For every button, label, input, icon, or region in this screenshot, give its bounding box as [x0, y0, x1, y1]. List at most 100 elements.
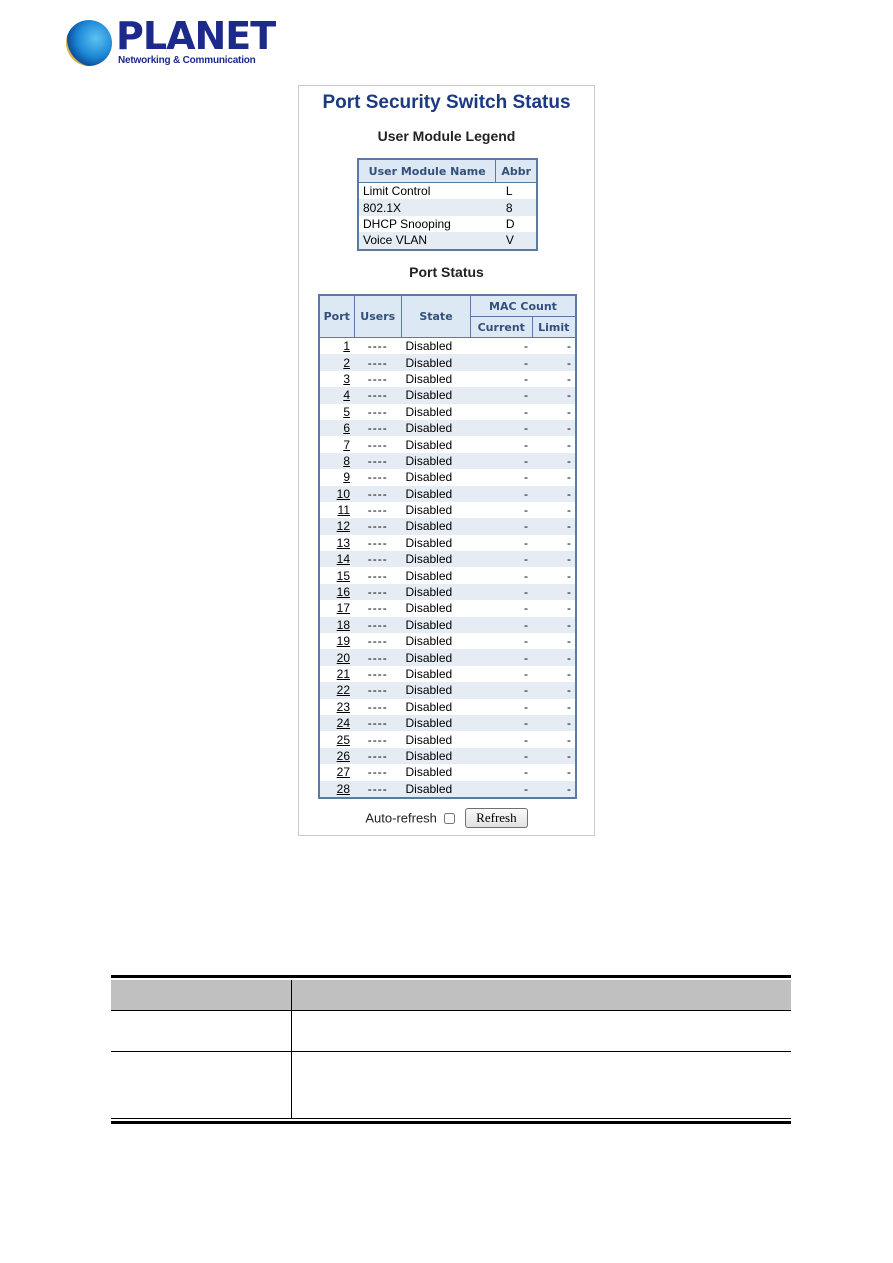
port-link[interactable]: 6 — [343, 421, 350, 435]
port-link[interactable]: 3 — [343, 372, 350, 386]
mac-limit-cell: - — [532, 747, 576, 765]
table-row: 11 ---- Disabled - - — [319, 501, 576, 519]
table-row: 3 ---- Disabled - - — [319, 370, 576, 388]
mac-current-cell: - — [470, 501, 533, 519]
table-row: 15 ---- Disabled - - — [319, 567, 576, 584]
module-abbr: V — [495, 232, 537, 250]
port-link[interactable]: 4 — [343, 388, 350, 402]
table-row — [111, 1051, 791, 1118]
table-row: 25 ---- Disabled - - — [319, 731, 576, 748]
users-cell: ---- — [354, 714, 402, 732]
table-bottom-rule-thick — [111, 1121, 791, 1124]
refresh-button[interactable]: Refresh — [465, 808, 528, 828]
module-abbr: 8 — [495, 199, 537, 216]
port-link[interactable]: 27 — [337, 765, 350, 779]
state-cell: Disabled — [401, 600, 471, 617]
port-link[interactable]: 28 — [337, 782, 350, 796]
port-cell: 16 — [319, 583, 354, 601]
port-cell: 13 — [319, 534, 354, 552]
port-link[interactable]: 23 — [337, 700, 350, 714]
table-row: 14 ---- Disabled - - — [319, 551, 576, 568]
mac-limit-cell: - — [532, 780, 576, 798]
mac-limit-cell: - — [532, 633, 576, 650]
mac-limit-cell: - — [532, 419, 576, 437]
port-link[interactable]: 13 — [337, 536, 350, 550]
legend-row: DHCP Snooping D — [358, 215, 537, 233]
state-cell: Disabled — [401, 551, 471, 568]
table-row: 12 ---- Disabled - - — [319, 518, 576, 535]
table-row: 16 ---- Disabled - - — [319, 583, 576, 601]
port-link[interactable]: 25 — [337, 733, 350, 747]
users-cell: ---- — [354, 403, 402, 420]
users-cell: ---- — [354, 518, 402, 535]
module-name: DHCP Snooping — [358, 215, 496, 233]
users-cell: ---- — [354, 452, 402, 470]
mac-limit-cell: - — [532, 616, 576, 634]
mac-limit-cell: - — [532, 583, 576, 601]
port-link[interactable]: 10 — [337, 487, 350, 501]
port-link[interactable]: 12 — [337, 519, 350, 533]
mac-current-cell: - — [470, 780, 533, 798]
table-row: 21 ---- Disabled - - — [319, 665, 576, 683]
header-cell-object — [111, 980, 292, 1010]
mac-limit-cell: - — [532, 567, 576, 584]
port-cell: 6 — [319, 419, 354, 437]
port-link[interactable]: 11 — [338, 503, 350, 517]
users-cell: ---- — [354, 780, 402, 798]
mac-limit-cell: - — [532, 485, 576, 502]
port-cell: 14 — [319, 551, 354, 568]
table-row: 10 ---- Disabled - - — [319, 485, 576, 502]
mac-limit-cell: - — [532, 764, 576, 781]
port-link[interactable]: 2 — [343, 356, 350, 370]
port-status-table: Port Users State MAC Count Current Limit… — [318, 294, 577, 799]
port-link[interactable]: 15 — [337, 569, 350, 583]
legend-row: Limit Control L — [358, 182, 537, 200]
mac-limit-cell: - — [532, 501, 576, 519]
port-link[interactable]: 5 — [343, 405, 350, 419]
state-cell: Disabled — [401, 419, 471, 437]
port-link[interactable]: 18 — [337, 618, 350, 632]
port-link[interactable]: 9 — [343, 470, 350, 484]
port-link[interactable]: 1 — [343, 339, 350, 353]
mac-current-cell: - — [470, 731, 533, 748]
state-cell: Disabled — [401, 387, 471, 404]
port-link[interactable]: 19 — [337, 634, 350, 648]
users-cell: ---- — [354, 419, 402, 437]
port-link[interactable]: 22 — [337, 683, 350, 697]
mac-current-cell: - — [470, 469, 533, 486]
auto-refresh-checkbox[interactable] — [443, 812, 455, 824]
mac-limit-cell: - — [532, 682, 576, 699]
port-link[interactable]: 24 — [337, 716, 350, 730]
column-header-port: Port — [318, 294, 355, 338]
column-header-state: State — [401, 294, 471, 338]
module-abbr: D — [495, 215, 537, 233]
port-link[interactable]: 8 — [343, 454, 350, 468]
table-row: 23 ---- Disabled - - — [319, 698, 576, 715]
port-link[interactable]: 16 — [337, 585, 350, 599]
mac-limit-cell: - — [532, 387, 576, 404]
mac-current-cell: - — [470, 682, 533, 699]
port-status-title: Port Status — [409, 264, 484, 280]
port-link[interactable]: 20 — [337, 651, 350, 665]
port-link[interactable]: 7 — [343, 438, 350, 452]
table-row: 7 ---- Disabled - - — [319, 436, 576, 453]
table-row: 26 ---- Disabled - - — [319, 747, 576, 765]
state-cell: Disabled — [401, 731, 471, 748]
mac-current-cell: - — [470, 518, 533, 535]
users-cell: ---- — [354, 469, 402, 486]
port-link[interactable]: 17 — [337, 601, 350, 615]
port-cell: 22 — [319, 682, 354, 699]
column-header-module-name: User Module Name — [357, 158, 497, 183]
table-row: 17 ---- Disabled - - — [319, 600, 576, 617]
port-cell: 27 — [319, 764, 354, 781]
mac-limit-cell: - — [532, 403, 576, 420]
state-cell: Disabled — [401, 649, 471, 666]
column-header-current: Current — [470, 316, 533, 338]
port-link[interactable]: 21 — [337, 667, 350, 681]
state-cell: Disabled — [401, 534, 471, 552]
port-link[interactable]: 14 — [337, 552, 350, 566]
port-cell: 28 — [319, 780, 354, 798]
port-link[interactable]: 26 — [337, 749, 350, 763]
port-cell: 25 — [319, 731, 354, 748]
refresh-controls: Auto-refresh Refresh — [299, 808, 594, 828]
